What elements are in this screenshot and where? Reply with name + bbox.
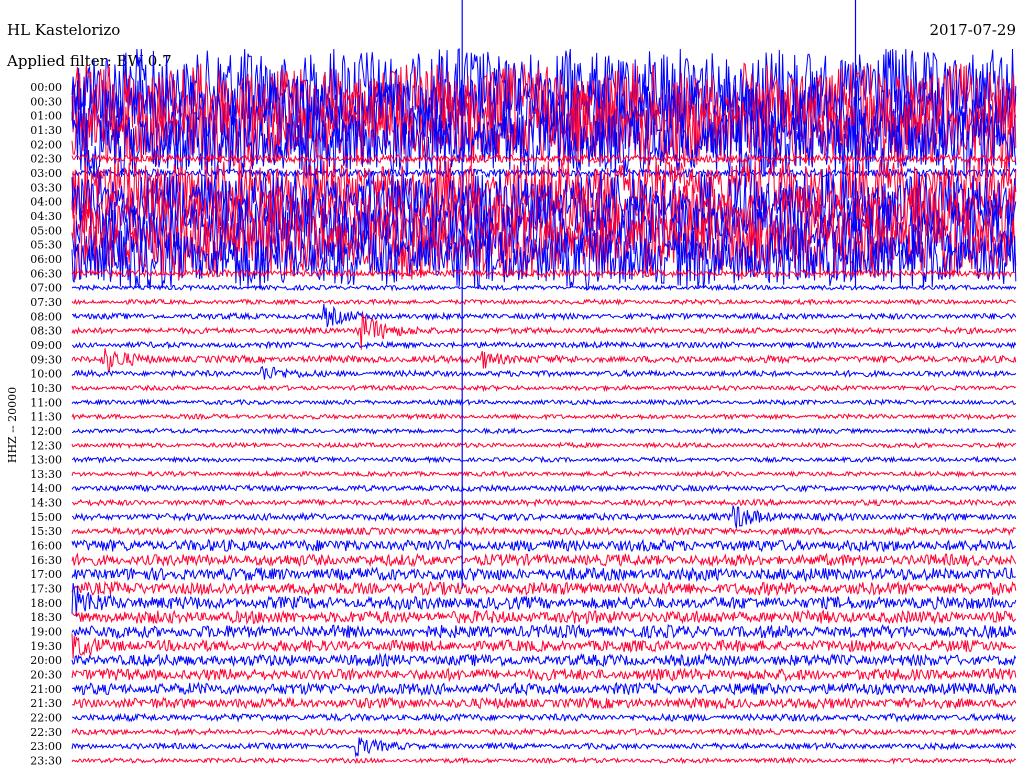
time-tick-label: 08:30 — [30, 325, 62, 338]
trace-row-1700 — [71, 566, 1017, 583]
time-tick-label: 18:00 — [30, 597, 62, 610]
trace-row-2100 — [71, 681, 1017, 697]
trace-row-0800 — [71, 303, 1017, 328]
trace-row-1900 — [71, 623, 1017, 640]
trace-row-1730 — [71, 580, 1017, 597]
trace-row-1500 — [71, 505, 1017, 529]
trace-row-1830 — [71, 609, 1017, 625]
trace-row-2030 — [71, 667, 1017, 683]
time-tick-label: 21:30 — [30, 697, 62, 710]
time-tick-label: 22:00 — [30, 712, 62, 725]
time-tick-label: 02:30 — [30, 153, 62, 166]
trace-row-1100 — [71, 398, 1017, 407]
time-tick-label: 20:00 — [30, 654, 62, 667]
trace-row-0900 — [71, 340, 1017, 350]
time-tick-label: 23:00 — [30, 740, 62, 753]
time-tick-label: 06:00 — [30, 253, 62, 266]
time-tick-label: 17:00 — [30, 568, 62, 581]
time-tick-label: 15:00 — [30, 511, 62, 524]
time-tick-label: 01:00 — [30, 110, 62, 123]
trace-row-1600 — [71, 538, 1017, 553]
time-tick-label: 14:00 — [30, 482, 62, 495]
trace-row-0930 — [71, 348, 1017, 373]
time-tick-label: 01:30 — [30, 124, 62, 137]
time-tick-label: 23:30 — [30, 755, 62, 768]
time-tick-label: 18:30 — [30, 611, 62, 624]
time-tick-label: 10:00 — [30, 368, 62, 381]
trace-row-1930 — [71, 633, 1017, 659]
time-tick-label: 15:30 — [30, 525, 62, 538]
helicorder-chart: HL Kastelorizo 2017-07-29 Applied filter… — [6, 0, 1017, 768]
trace-row-1030 — [71, 384, 1017, 393]
trace-row-1530 — [71, 526, 1016, 537]
time-tick-label: 16:00 — [30, 540, 62, 553]
trace-row-1430 — [71, 497, 1017, 508]
time-tick-label: 20:30 — [30, 669, 62, 682]
trace-row-0700 — [71, 283, 1017, 292]
time-tick-label: 03:30 — [30, 181, 62, 194]
trace-row-1330 — [71, 469, 1017, 479]
time-tick-label: 05:00 — [30, 224, 62, 237]
time-tick-label: 04:00 — [30, 196, 62, 209]
time-tick-label: 14:30 — [30, 497, 62, 510]
date-label: 2017-07-29 — [930, 21, 1016, 39]
time-tick-label: 03:00 — [30, 167, 62, 180]
trace-row-1130 — [71, 412, 1017, 421]
time-tick-label: 07:00 — [30, 282, 62, 295]
time-tick-label: 06:30 — [30, 267, 62, 280]
time-tick-label: 22:30 — [30, 726, 62, 739]
time-tick-label: 02:00 — [30, 138, 62, 151]
time-tick-label: 10:30 — [30, 382, 62, 395]
time-tick-label: 17:30 — [30, 583, 62, 596]
trace-row-1400 — [71, 483, 1017, 493]
y-axis-label: HHZ -- 20000 — [6, 387, 19, 463]
trace-group — [71, 0, 1017, 765]
time-tick-label: 21:00 — [30, 683, 62, 696]
time-tick-label: 13:00 — [30, 454, 62, 467]
time-tick-label: 19:00 — [30, 626, 62, 639]
trace-row-2300 — [71, 737, 1017, 758]
trace-row-1300 — [71, 455, 1017, 464]
filter-label: Applied filter: BW 0.7 — [6, 52, 172, 70]
time-tick-label: 00:00 — [30, 81, 62, 94]
trace-row-1230 — [71, 441, 1017, 450]
trace-row-1630 — [71, 552, 1017, 568]
time-tick-label: 12:30 — [30, 439, 62, 452]
trace-row-2230 — [71, 727, 1017, 737]
time-tick-label: 11:00 — [30, 396, 62, 409]
time-tick-label: 12:00 — [30, 425, 62, 438]
time-tick-label: 09:30 — [30, 353, 62, 366]
time-tick-label: 16:30 — [30, 554, 62, 567]
trace-row-1200 — [71, 426, 1016, 435]
time-tick-label: 08:00 — [30, 310, 62, 323]
time-tick-label: 04:30 — [30, 210, 62, 223]
trace-row-2200 — [71, 712, 1016, 723]
trace-row-0730 — [71, 297, 1017, 307]
time-tick-label: 00:30 — [30, 95, 62, 108]
trace-row-2000 — [71, 652, 1017, 668]
time-tick-label: 19:30 — [30, 640, 62, 653]
time-tick-label: 09:00 — [30, 339, 62, 352]
time-tick-label: 11:30 — [30, 411, 62, 424]
trace-row-2130 — [71, 696, 1017, 710]
time-tick-labels: 00:0000:30 01:0001:3002:00 02:3003:0003:30… — [30, 81, 62, 768]
time-tick-label: 13:30 — [30, 468, 62, 481]
time-tick-label: 05:30 — [30, 239, 62, 252]
time-tick-label: 07:30 — [30, 296, 62, 309]
station-title: HL Kastelorizo — [7, 21, 120, 39]
trace-row-1000 — [71, 365, 1017, 380]
trace-row-2330 — [71, 756, 1017, 765]
